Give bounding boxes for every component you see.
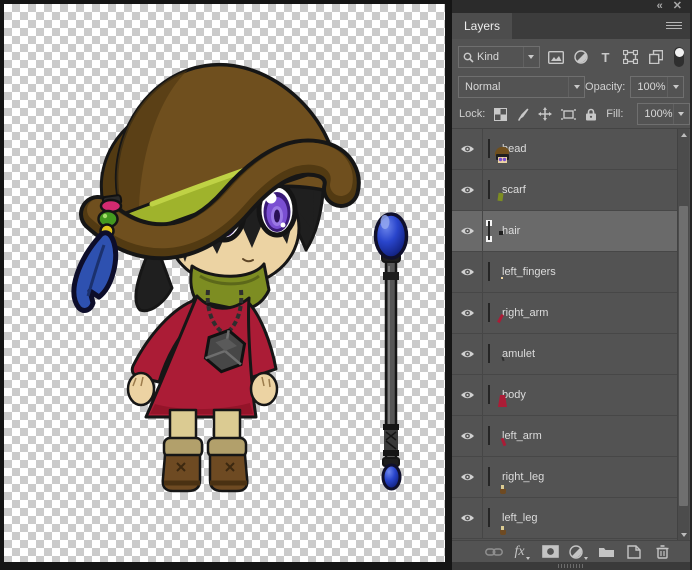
- fill-label: Fill:: [606, 108, 624, 120]
- layer-name: left_leg: [502, 512, 538, 524]
- chevron-down-icon: [568, 77, 584, 97]
- chevron-down-icon: [522, 47, 539, 67]
- layers-panel-toolbar: fx: [452, 540, 690, 562]
- link-layers-icon[interactable]: [484, 543, 504, 561]
- layer-thumbnail[interactable]: [488, 508, 506, 535]
- panel-menu-icon[interactable]: [666, 22, 682, 31]
- scrollbar-thumb[interactable]: [679, 206, 688, 506]
- layer-filtering-toggle[interactable]: [674, 47, 685, 67]
- search-icon: [463, 52, 474, 63]
- blend-mode-row: Normal Opacity: 100%: [452, 74, 690, 100]
- new-layer-icon[interactable]: [624, 543, 644, 561]
- layer-name: hair: [502, 225, 521, 237]
- layers-panel: « ✕ Layers Kind T Normal Opacity: 100% L…: [452, 0, 692, 570]
- close-panel-icon[interactable]: ✕: [673, 1, 682, 12]
- fill-dropdown[interactable]: 100%: [637, 103, 690, 125]
- lock-transparent-pixels-icon[interactable]: [494, 106, 508, 123]
- panel-dock-header: « ✕: [452, 0, 690, 13]
- visibility-eye-icon[interactable]: [452, 252, 483, 292]
- layer-name: amulet: [502, 348, 536, 360]
- svg-text:T: T: [602, 51, 610, 64]
- layer-row-left-leg[interactable]: left_leg: [452, 498, 677, 539]
- visibility-eye-icon[interactable]: [452, 129, 483, 169]
- collapse-panels-icon[interactable]: «: [657, 1, 663, 12]
- photoshop-workspace: « ✕ Layers Kind T Normal Opacity: 100% L…: [0, 0, 692, 570]
- layer-thumbnail[interactable]: [488, 344, 505, 363]
- lock-all-icon[interactable]: [585, 106, 597, 123]
- layer-name: right_leg: [502, 471, 545, 483]
- layer-thumbnail[interactable]: [488, 180, 504, 202]
- pixel-layer-filter-icon[interactable]: [547, 47, 565, 67]
- kind-filter-dropdown[interactable]: Kind: [458, 46, 540, 68]
- panel-tab-bar: Layers: [452, 13, 690, 39]
- kind-filter-value: Kind: [477, 51, 500, 63]
- layer-thumbnail[interactable]: [488, 426, 507, 447]
- blend-mode-dropdown[interactable]: Normal: [458, 76, 586, 98]
- new-group-icon[interactable]: [596, 543, 616, 561]
- layer-row-right-leg[interactable]: right_leg: [452, 457, 677, 498]
- type-layer-filter-icon[interactable]: T: [597, 47, 615, 67]
- layer-filter-row: Kind T: [452, 43, 690, 71]
- layer-thumbnail[interactable]: [488, 221, 503, 240]
- visibility-eye-icon[interactable]: [452, 416, 483, 456]
- lock-image-pixels-icon[interactable]: [516, 106, 529, 123]
- layer-row-amulet[interactable]: amulet: [452, 334, 677, 375]
- layer-row-left-arm[interactable]: left_arm: [452, 416, 677, 457]
- layer-thumbnail[interactable]: [488, 303, 504, 324]
- layer-row-hair[interactable]: hair: [452, 211, 677, 252]
- layer-name: scarf: [502, 184, 526, 196]
- delete-layer-icon[interactable]: [652, 543, 672, 561]
- layer-thumbnail[interactable]: [488, 262, 503, 281]
- layer-name: right_arm: [502, 307, 549, 319]
- layer-list-scrollbar[interactable]: [677, 129, 689, 540]
- layer-thumbnail[interactable]: [488, 385, 507, 407]
- staff-drawing: [373, 212, 409, 491]
- tab-layers[interactable]: Layers: [452, 13, 513, 39]
- lock-row: Lock: Fill: 100%: [452, 102, 690, 126]
- checkerboard-canvas[interactable]: [4, 4, 445, 562]
- visibility-eye-icon[interactable]: [452, 170, 483, 210]
- new-adjustment-layer-icon[interactable]: [568, 543, 588, 561]
- blend-mode-value: Normal: [465, 81, 501, 93]
- visibility-eye-icon[interactable]: [452, 211, 483, 251]
- opacity-label: Opacity:: [585, 81, 626, 93]
- adjustment-layer-filter-icon[interactable]: [572, 47, 590, 67]
- layer-name: left_arm: [502, 430, 542, 442]
- character-drawing: [71, 63, 361, 493]
- layer-thumbnail[interactable]: [488, 467, 506, 494]
- layer-name: left_fingers: [502, 266, 556, 278]
- visibility-eye-icon[interactable]: [452, 375, 483, 415]
- add-layer-mask-icon[interactable]: [540, 543, 560, 561]
- smart-object-filter-icon[interactable]: [647, 47, 665, 67]
- panel-resize-grip[interactable]: [452, 562, 690, 570]
- lock-label: Lock:: [459, 108, 486, 120]
- visibility-eye-icon[interactable]: [452, 293, 483, 333]
- layer-row-left-fingers[interactable]: left_fingers: [452, 252, 677, 293]
- layer-row-scarf[interactable]: scarf: [452, 170, 677, 211]
- opacity-value: 100%: [637, 81, 666, 93]
- layer-row-right-arm[interactable]: right_arm: [452, 293, 677, 334]
- shape-layer-filter-icon[interactable]: [622, 47, 640, 67]
- visibility-eye-icon[interactable]: [452, 334, 483, 374]
- layer-list: head scarf hair left_fingers right_arm a…: [452, 128, 690, 540]
- lock-position-icon[interactable]: [538, 106, 553, 123]
- visibility-eye-icon[interactable]: [452, 457, 483, 497]
- scroll-down-icon[interactable]: [678, 529, 689, 540]
- fill-value: 100%: [644, 108, 673, 120]
- lock-artboard-icon[interactable]: [561, 106, 576, 123]
- visibility-eye-icon[interactable]: [452, 498, 483, 538]
- layer-row-body[interactable]: body: [452, 375, 677, 416]
- layer-row-head[interactable]: head: [452, 129, 677, 170]
- scroll-up-icon[interactable]: [678, 129, 689, 141]
- chevron-down-icon: [667, 77, 683, 97]
- chevron-down-icon: [672, 104, 689, 124]
- layer-style-fx-icon[interactable]: fx: [512, 543, 532, 561]
- character-artwork: [71, 63, 409, 493]
- layer-thumbnail[interactable]: [488, 139, 510, 163]
- opacity-dropdown[interactable]: 100%: [630, 76, 684, 98]
